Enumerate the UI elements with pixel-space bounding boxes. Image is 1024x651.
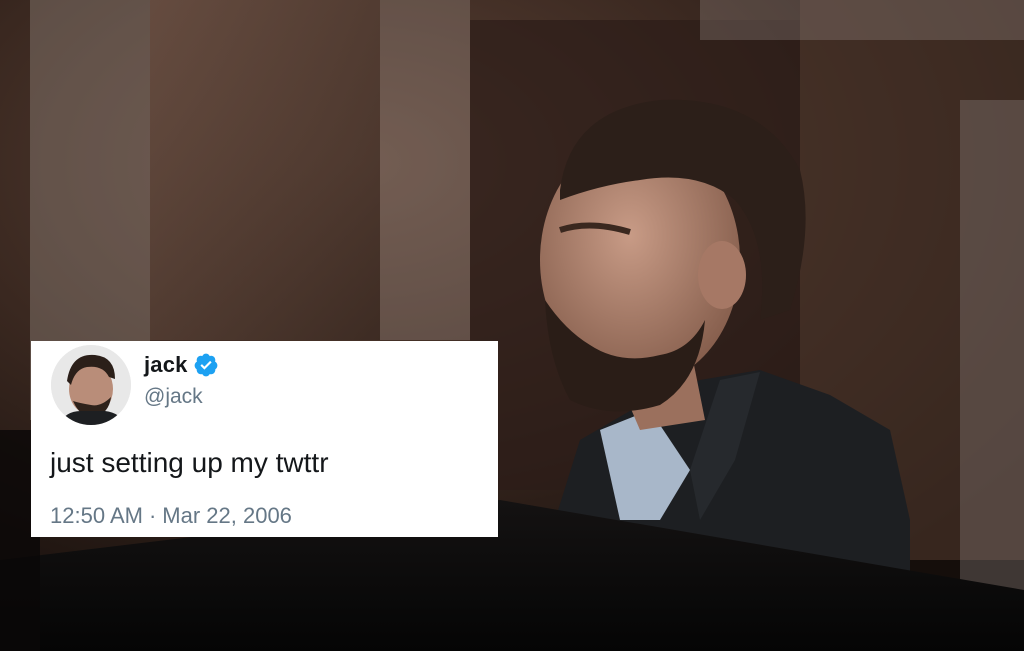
- tweet-date: Mar 22, 2006: [162, 503, 292, 528]
- tweet-time: 12:50 AM: [50, 503, 143, 528]
- meta-separator: ·: [148, 503, 157, 528]
- user-handle[interactable]: @jack: [144, 385, 203, 409]
- display-name[interactable]: jack: [144, 352, 188, 378]
- avatar-portrait-icon: [51, 345, 131, 425]
- hearing-room-photo: [0, 0, 1024, 651]
- display-name-row: jack: [144, 351, 219, 379]
- background-photo: [0, 0, 1024, 651]
- tweet-timestamp[interactable]: 12:50 AM · Mar 22, 2006: [50, 503, 292, 529]
- tweet-card: jack @jack just setting up my twttr 12:5…: [31, 341, 498, 537]
- tweet-text: just setting up my twttr: [50, 447, 329, 478]
- profile-avatar[interactable]: [51, 345, 131, 425]
- verified-badge-icon: [193, 352, 219, 378]
